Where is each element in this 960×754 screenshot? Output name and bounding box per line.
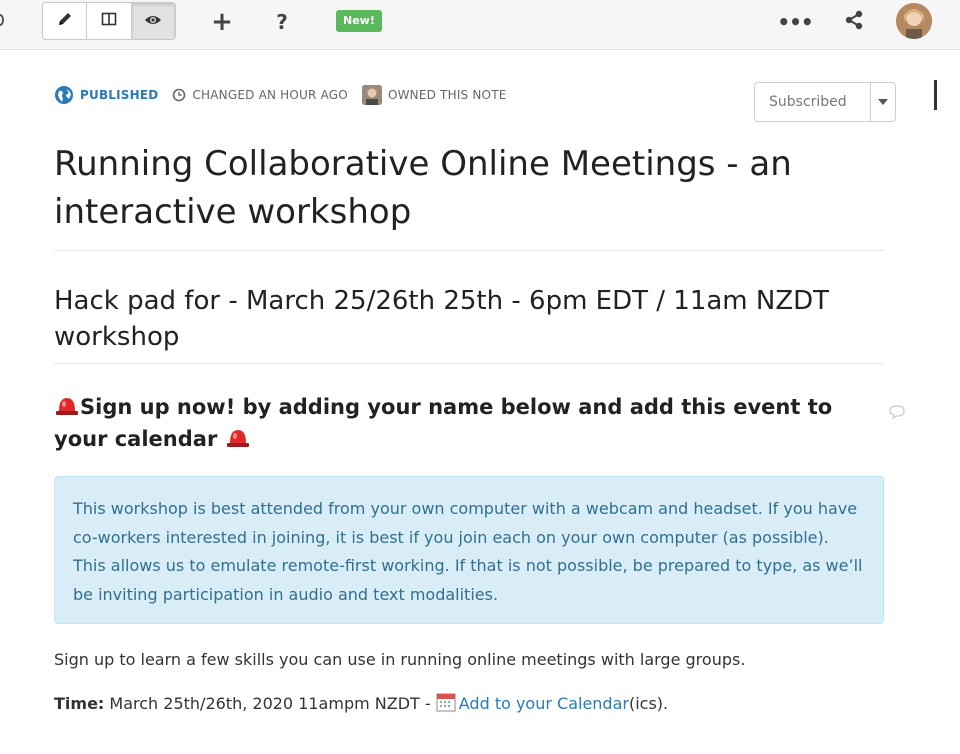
eye-icon xyxy=(144,12,162,31)
calendar-suffix: (ics). xyxy=(628,694,669,713)
add-to-calendar-link[interactable]: Add to your Calendar xyxy=(459,694,629,713)
more-icon: ••• xyxy=(777,10,813,34)
changed-label: CHANGED AN HOUR AGO xyxy=(192,88,348,102)
edit-mode-button[interactable] xyxy=(43,3,88,39)
time-line: Time: March 25th/26th, 2020 11ampm NZDT … xyxy=(54,690,884,721)
user-avatar[interactable] xyxy=(896,3,932,39)
caret-down-icon[interactable] xyxy=(871,83,895,121)
owned-label: OWNED THIS NOTE xyxy=(387,88,507,102)
pencil-icon xyxy=(57,11,73,31)
globe-icon xyxy=(54,85,74,105)
published-label: PUBLISHED xyxy=(80,88,159,102)
share-icon xyxy=(844,10,864,34)
text-cursor xyxy=(934,80,937,110)
view-mode-button[interactable] xyxy=(131,3,175,39)
subscribe-label[interactable]: Subscribed xyxy=(755,83,871,121)
comment-icon[interactable] xyxy=(888,398,906,428)
siren-icon xyxy=(225,426,251,456)
clock-icon xyxy=(172,88,186,102)
top-toolbar: + ? New! ••• xyxy=(0,0,960,50)
plus-icon: + xyxy=(211,7,233,37)
help-button[interactable]: ? xyxy=(268,8,296,36)
subscribe-dropdown[interactable]: Subscribed xyxy=(754,82,896,122)
edge-icon xyxy=(0,14,4,26)
siren-icon xyxy=(54,394,80,424)
alert-text: This workshop is best attended from your… xyxy=(73,499,863,604)
published-status[interactable]: PUBLISHED xyxy=(54,85,158,105)
share-button[interactable] xyxy=(840,8,868,36)
split-view-icon xyxy=(101,11,117,31)
note-meta: PUBLISHED CHANGED AN HOUR AGO OWNED THIS… xyxy=(54,84,521,106)
changed-info: CHANGED AN HOUR AGO xyxy=(172,88,348,102)
more-menu-button[interactable]: ••• xyxy=(777,8,813,36)
info-alert: This workshop is best attended from your… xyxy=(54,476,884,624)
new-note-button[interactable]: + xyxy=(208,8,236,36)
calendar-icon xyxy=(436,692,456,721)
owner-avatar[interactable] xyxy=(361,85,382,105)
signup-heading-text: Sign up now! by adding your name below a… xyxy=(54,395,833,451)
note-subtitle: Hack pad for - March 25/26th 25th - 6pm … xyxy=(54,283,884,364)
note-title: Running Collaborative Online Meetings - … xyxy=(54,140,884,251)
note-content: Running Collaborative Online Meetings - … xyxy=(54,140,905,721)
mode-switcher xyxy=(42,2,176,40)
new-badge[interactable]: New! xyxy=(336,10,382,32)
time-value: March 25th/26th, 2020 11ampm NZDT - xyxy=(109,694,431,713)
time-label: Time: xyxy=(54,694,105,713)
intro-paragraph: Sign up to learn a few skills you can us… xyxy=(54,650,746,669)
owner-info[interactable]: OWNED THIS NOTE xyxy=(361,85,507,105)
signup-heading: Sign up now! by adding your name below a… xyxy=(54,392,905,456)
help-icon: ? xyxy=(276,10,288,34)
split-mode-button[interactable] xyxy=(87,3,132,39)
